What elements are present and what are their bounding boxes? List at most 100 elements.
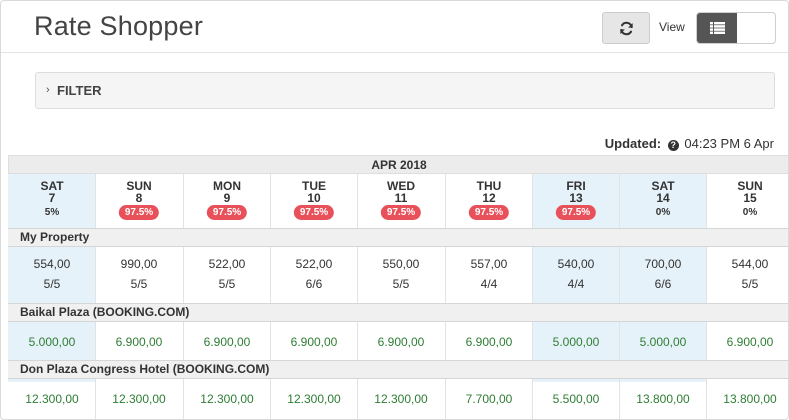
occupancy-badge: 97.5%: [206, 205, 248, 220]
occupancy-value: 5%: [44, 207, 60, 218]
day-header[interactable]: SUN 15 0%: [706, 174, 788, 226]
column-divider: [270, 174, 271, 419]
property-header: My Property: [8, 228, 788, 247]
column-divider: [183, 174, 184, 419]
rate-value: 7.700,00: [465, 392, 513, 406]
updated-time: 04:23 PM 6 Apr: [684, 136, 774, 151]
rate-value: 554,00: [33, 257, 71, 271]
rate-cell[interactable]: 550,00 5/5: [357, 257, 445, 291]
rate-cell[interactable]: 700,00 6/6: [619, 257, 707, 291]
day-header[interactable]: FRI 13 97.5%: [532, 174, 620, 226]
rate-cell[interactable]: 5.000,00: [532, 335, 620, 349]
rate-cell[interactable]: 5.000,00: [619, 335, 707, 349]
rate-value: 12.300,00: [112, 392, 166, 406]
rate-value: 700,00: [644, 257, 682, 271]
day-number: 14: [656, 191, 670, 205]
rate-cell[interactable]: 544,00 5/5: [706, 257, 788, 291]
rate-cell[interactable]: 13.800,00: [706, 392, 788, 406]
view-toggle[interactable]: [696, 12, 776, 44]
day-number: 15: [743, 191, 757, 205]
rate-cell[interactable]: 12.300,00: [95, 392, 183, 406]
last-updated: Updated: ? 04:23 PM 6 Apr: [605, 136, 774, 151]
rate-cell[interactable]: 5.000,00: [8, 335, 96, 349]
rate-value: 550,00: [382, 257, 420, 271]
rate-value: 13.800,00: [723, 392, 777, 406]
day-header[interactable]: SAT 14 0%: [619, 174, 707, 226]
occupancy-badge: 97.5%: [380, 205, 422, 220]
rate-cell[interactable]: 990,00 5/5: [95, 257, 183, 291]
day-header[interactable]: THU 12 97.5%: [445, 174, 533, 226]
rate-cell[interactable]: 6.900,00: [183, 335, 271, 349]
occupancy-value: 0%: [655, 207, 671, 218]
column-divider: [706, 174, 707, 419]
rate-cell[interactable]: 5.500,00: [532, 392, 620, 406]
rate-value: 544,00: [731, 257, 769, 271]
rate-cell[interactable]: 554,00 5/5: [8, 257, 96, 291]
rate-value: 5.500,00: [552, 392, 600, 406]
rate-cell[interactable]: 7.700,00: [445, 392, 533, 406]
filter-panel[interactable]: › FILTER: [35, 72, 775, 109]
view-label: View: [659, 20, 685, 34]
day-header[interactable]: MON 9 97.5%: [183, 174, 271, 226]
rate-value: 5.000,00: [552, 335, 600, 349]
rate-value: 522,00: [295, 257, 333, 271]
rate-value: 522,00: [208, 257, 246, 271]
occupancy-badge: 97.5%: [468, 205, 510, 220]
rate-value: 6.900,00: [726, 335, 774, 349]
rate-value: 6.900,00: [115, 335, 163, 349]
refresh-button[interactable]: [602, 12, 650, 44]
availability-value: 5/5: [218, 277, 236, 291]
rate-cell[interactable]: 522,00 6/6: [270, 257, 358, 291]
help-icon[interactable]: ?: [667, 140, 679, 151]
rate-cell[interactable]: 6.900,00: [445, 335, 533, 349]
column-divider: [532, 174, 533, 419]
occupancy-badge: 97.5%: [293, 205, 335, 220]
rate-cell[interactable]: 6.900,00: [95, 335, 183, 349]
page-header: Rate Shopper View: [1, 1, 788, 53]
rate-value: 12.300,00: [200, 392, 254, 406]
list-view-button[interactable]: [697, 13, 737, 43]
rate-value: 5.000,00: [28, 335, 76, 349]
availability-value: 5/5: [130, 277, 148, 291]
rate-value: 5.000,00: [639, 335, 687, 349]
property-header: Baikal Plaza (BOOKING.COM): [8, 303, 788, 322]
day-number: 12: [482, 191, 496, 205]
day-number: 9: [223, 191, 231, 205]
rate-cell[interactable]: 12.300,00: [357, 392, 445, 406]
rate-cell[interactable]: 13.800,00: [619, 392, 707, 406]
page-title: Rate Shopper: [34, 11, 204, 41]
rate-cell[interactable]: 540,00 4/4: [532, 257, 620, 291]
rate-cell[interactable]: 12.300,00: [183, 392, 271, 406]
rate-value: 990,00: [120, 257, 158, 271]
day-number: 13: [569, 191, 583, 205]
updated-label: Updated:: [604, 136, 662, 151]
refresh-icon: [619, 21, 633, 35]
rate-cell[interactable]: 6.900,00: [357, 335, 445, 349]
occupancy-badge: 97.5%: [118, 205, 160, 220]
column-divider: [357, 174, 358, 419]
day-number: 11: [394, 191, 408, 205]
rate-value: 12.300,00: [25, 392, 79, 406]
rate-value: 12.300,00: [287, 392, 341, 406]
availability-value: 6/6: [305, 277, 323, 291]
rate-value: 6.900,00: [290, 335, 338, 349]
rate-value: 540,00: [557, 257, 595, 271]
day-header[interactable]: WED 11 97.5%: [357, 174, 445, 226]
day-header[interactable]: SAT 7 5%: [8, 174, 96, 226]
day-header[interactable]: SUN 8 97.5%: [95, 174, 183, 226]
occupancy-badge: 97.5%: [555, 205, 597, 220]
availability-value: 5/5: [392, 277, 410, 291]
rate-value: 557,00: [470, 257, 508, 271]
property-header: Don Plaza Congress Hotel (BOOKING.COM): [8, 360, 788, 379]
day-header[interactable]: TUE 10 97.5%: [270, 174, 358, 226]
rate-value: 6.900,00: [377, 335, 425, 349]
rate-cell[interactable]: 6.900,00: [706, 335, 788, 349]
chevron-right-icon: ›: [46, 84, 50, 96]
rate-cell[interactable]: 522,00 5/5: [183, 257, 271, 291]
rate-cell[interactable]: 12.300,00: [8, 392, 96, 406]
rate-cell[interactable]: 12.300,00: [270, 392, 358, 406]
rate-cell[interactable]: 6.900,00: [270, 335, 358, 349]
rate-shopper-panel: Rate Shopper View › FILTER Updated: ? 04…: [0, 0, 789, 420]
rate-cell[interactable]: 557,00 4/4: [445, 257, 533, 291]
column-divider: [445, 174, 446, 419]
